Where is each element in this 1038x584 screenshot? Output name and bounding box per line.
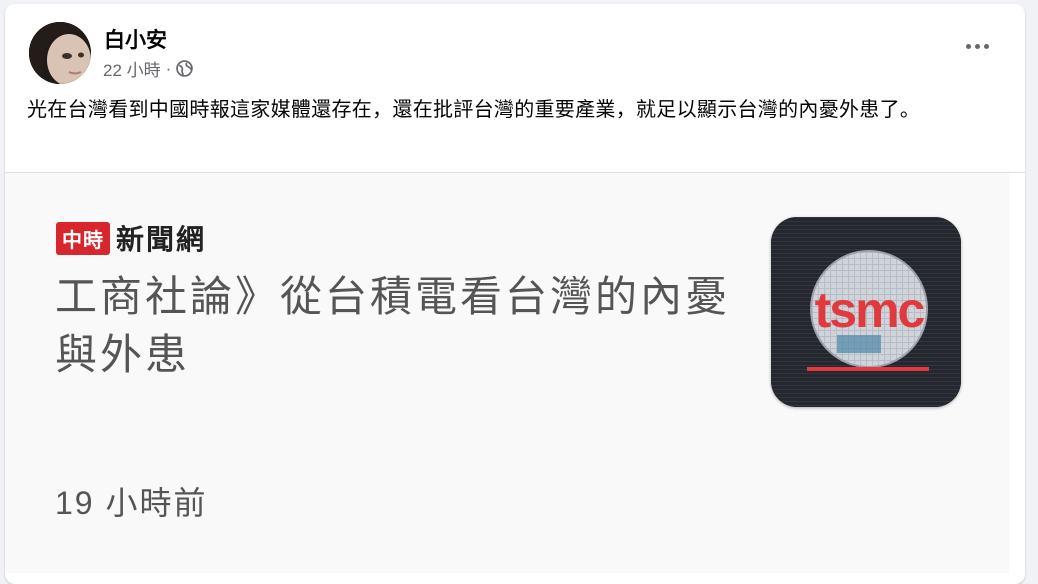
globe-icon[interactable] (176, 60, 194, 77)
tsmc-logo: tsmc (771, 217, 961, 407)
avatar[interactable] (29, 22, 91, 84)
post-card: 白小安 22 小時 · 光在台灣看到中國時報這家媒體還存在，還在批評台灣的重要產… (5, 4, 1025, 584)
dot-3 (983, 43, 989, 49)
tsmc-logo-text: tsmc (815, 282, 925, 338)
link-preview[interactable]: 中時 新聞網 工商社論》從台積電看台灣的內憂與外患 19 小時前 tsmc (5, 172, 1025, 573)
dot-1 (965, 43, 971, 49)
news-site-name: 新聞網 (116, 223, 207, 256)
post-text: 光在台灣看到中國時報這家媒體還存在，還在批評台灣的重要產業，就足以顯示台灣的內憂… (27, 99, 921, 121)
more-options-icon[interactable] (959, 34, 995, 58)
author-name[interactable]: 白小安 (104, 24, 167, 54)
post-meta: 22 小時 · (103, 56, 194, 81)
link-preview-image[interactable]: 中時 新聞網 工商社論》從台積電看台灣的內憂與外患 19 小時前 tsmc (5, 173, 1009, 573)
dot-2 (974, 43, 980, 49)
article-time-ago: 19 小時前 (55, 485, 208, 521)
news-site-logo: 中時 新聞網 (56, 218, 206, 258)
post-timestamp[interactable]: 22 小時 (103, 56, 161, 81)
article-headline: 工商社論》從台積電看台灣的內憂與外患 (55, 273, 731, 378)
news-badge: 中時 (56, 221, 110, 255)
meta-separator: · (165, 58, 172, 78)
